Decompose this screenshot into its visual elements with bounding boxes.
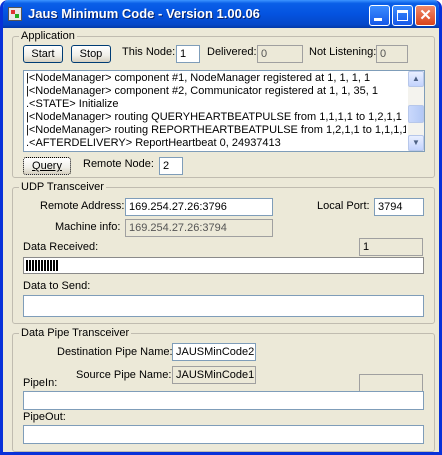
source-pipe-field: JAUSMinCode1 (172, 366, 256, 384)
pipein-count (359, 374, 423, 392)
log-line: |<NodeManager> component #2, Communicato… (26, 85, 379, 97)
maximize-button[interactable] (392, 5, 413, 26)
log-textbox[interactable]: |<NodeManager> component #1, NodeManager… (23, 70, 425, 152)
udp-legend: UDP Transceiver (19, 181, 106, 193)
remote-node-field[interactable]: 2 (159, 157, 183, 175)
window-title: Jaus Minimum Code - Version 1.00.06 (28, 6, 260, 21)
destination-pipe-field[interactable]: JAUSMinCode2 (172, 343, 256, 361)
data-received-label: Data Received: (23, 241, 99, 253)
pipe-legend: Data Pipe Transceiver (19, 327, 132, 339)
data-received-fill (26, 260, 58, 271)
scroll-up-icon[interactable]: ▲ (408, 71, 424, 87)
log-line: .<STATE> Initialize (26, 98, 119, 110)
pipein-input[interactable] (23, 391, 424, 410)
maximize-icon (397, 10, 408, 21)
title-bar[interactable]: Jaus Minimum Code - Version 1.00.06 ✕ (3, 0, 439, 28)
minimize-button[interactable] (369, 5, 390, 26)
remote-address-field[interactable]: 169.254.27.26:3796 (125, 198, 273, 216)
not-listening-label: Not Listening: (309, 46, 377, 58)
application-legend: Application (19, 30, 77, 42)
not-listening-field: 0 (376, 45, 408, 63)
log-lines: |<NodeManager> component #1, NodeManager… (26, 72, 406, 150)
local-port-label: Local Port: (317, 200, 370, 212)
machine-info-label: Machine info: (55, 221, 121, 233)
pipein-label: PipeIn: (23, 377, 58, 389)
this-node-field[interactable]: 1 (176, 45, 200, 63)
start-button[interactable]: Start (23, 45, 63, 63)
pipeout-label: PipeOut: (23, 411, 66, 423)
minimize-icon (374, 18, 382, 21)
data-to-send-label: Data to Send: (23, 280, 91, 292)
remote-address-label: Remote Address: (40, 200, 125, 212)
scroll-thumb[interactable] (408, 105, 424, 123)
this-node-label: This Node: (122, 46, 176, 58)
scroll-down-icon[interactable]: ▼ (408, 135, 424, 151)
destination-pipe-label: Destination Pipe Name: (57, 346, 173, 358)
remote-node-label: Remote Node: (83, 158, 154, 170)
source-pipe-label: Source Pipe Name: (76, 369, 172, 381)
close-button[interactable]: ✕ (415, 5, 436, 26)
stop-button[interactable]: Stop (71, 45, 111, 63)
data-to-send-input[interactable] (23, 295, 424, 317)
close-icon: ✕ (419, 7, 432, 24)
app-icon[interactable] (8, 7, 22, 21)
log-scrollbar[interactable]: ▲ ▼ (408, 71, 424, 151)
pipeout-input[interactable] (23, 425, 424, 444)
data-received-count: 1 (359, 238, 423, 256)
delivered-field: 0 (257, 45, 303, 63)
local-port-field[interactable]: 3794 (374, 198, 424, 216)
log-line: |<NodeManager> component #1, NodeManager… (26, 72, 371, 84)
delivered-label: Delivered: (207, 46, 257, 58)
log-line: .<AFTERDELIVERY> ReportHeartbeat 0, 2493… (26, 137, 281, 149)
machine-info-field: 169.254.27.26:3794 (125, 219, 273, 237)
data-received-progress (23, 257, 424, 274)
query-button[interactable]: Query (23, 157, 71, 175)
log-line: |<NodeManager> routing REPORTHEARTBEATPU… (26, 124, 406, 136)
log-line: |<NodeManager> routing QUERYHEARTBEATPUL… (26, 111, 402, 123)
app-window: Jaus Minimum Code - Version 1.00.06 ✕ Ap… (0, 0, 442, 455)
